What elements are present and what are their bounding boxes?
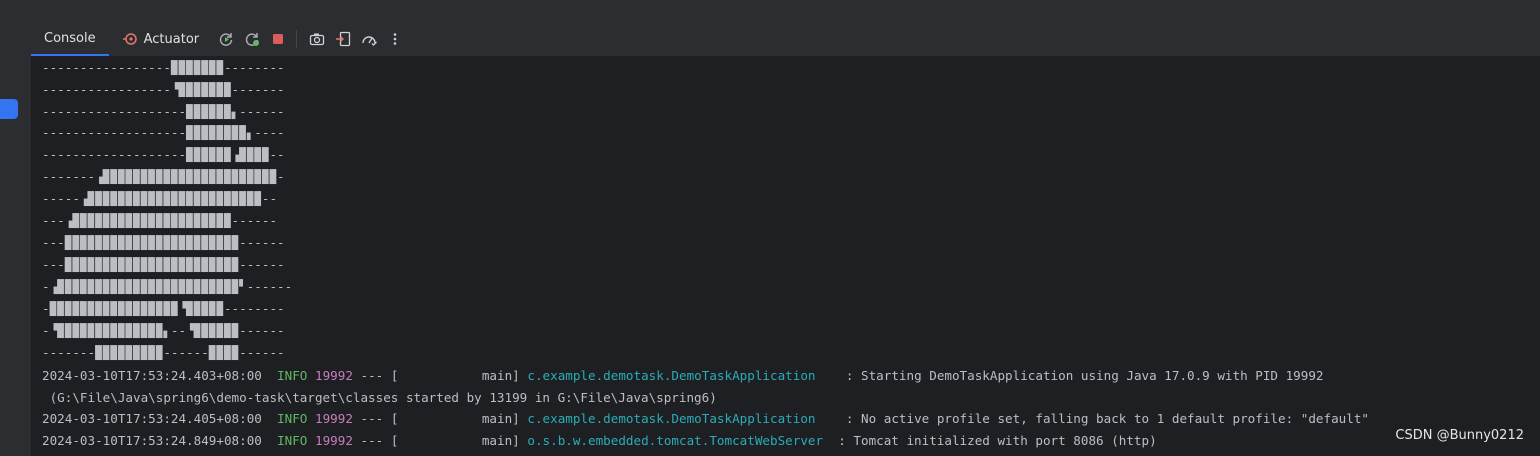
log-logger-link[interactable]: c.example.demotask.DemoTaskApplication [527, 368, 815, 383]
banner-line: -▉▉▉▉▉▉▉▉▉▉▉▉▉▉▉▉▉▝▉▉▉▉▉-------- [42, 301, 285, 316]
banner-line: ---▉▉▉▉▉▉▉▉▉▉▉▉▉▉▉▉▉▉▉▉▉▉▉------ [42, 235, 285, 250]
log-pid: 19992 [315, 368, 353, 383]
profiler-icon[interactable] [357, 27, 381, 51]
log-message: : Starting DemoTaskApplication using Jav… [845, 368, 1324, 383]
rerun-failed-icon[interactable] [240, 27, 264, 51]
banner-line: ---▗▉▉▉▉▉▉▉▉▉▉▉▉▉▉▉▉▉▉▉▉▉------ [42, 213, 278, 228]
banner-line: -------▗▉▉▉▉▉▉▉▉▉▉▉▉▉▉▉▉▉▉▉▉▉▉▉- [42, 169, 285, 184]
banner-line: -▝▉▉▉▉▉▉▉▉▉▉▉▉▉▉▖--▝▉▉▉▉▉▉------ [42, 323, 285, 338]
banner-line: -----▗▉▉▉▉▉▉▉▉▉▉▉▉▉▉▉▉▉▉▉▉▉▉▉-- [42, 191, 278, 206]
log-pid: 19992 [315, 433, 353, 448]
toolbar-separator [296, 30, 298, 48]
log-message: : No active profile set, falling back to… [845, 411, 1369, 426]
banner-line: ---▉▉▉▉▉▉▉▉▉▉▉▉▉▉▉▉▉▉▉▉▉▉▉------ [42, 257, 285, 272]
log-thread: main] [481, 433, 520, 448]
console-output[interactable]: -----------------▉▉▉▉▉▉▉-------- -------… [31, 57, 1540, 456]
log-message: : Tomcat initialized with port 8086 (htt… [838, 433, 1157, 448]
watermark: CSDN @Bunny0212 [1395, 428, 1524, 443]
log-timestamp: 2024-03-10T17:53:24.405+08:00 [42, 411, 262, 426]
banner-line: -------▉▉▉▉▉▉▉▉▉------▉▉▉▉------ [42, 345, 285, 360]
rerun-icon[interactable] [214, 27, 238, 51]
log-level: INFO [277, 411, 308, 426]
active-tool-window-indicator[interactable] [0, 99, 18, 119]
stop-icon[interactable] [266, 27, 290, 51]
banner-line: -----------------▝▉▉▉▉▉▉▉------- [42, 82, 285, 97]
log-separator: --- [ [360, 368, 399, 383]
banner-line: -----------------▉▉▉▉▉▉▉-------- [42, 60, 285, 75]
banner-line: -------------------▉▉▉▉▉▉▗▉▉▉▉-- [42, 147, 285, 162]
log-line: 2024-03-10T17:53:24.403+08:00 INFO 19992… [42, 366, 1324, 386]
log-level: INFO [277, 368, 308, 383]
log-separator: --- [ [360, 433, 399, 448]
tool-window-strip [0, 22, 32, 456]
screenshot-icon[interactable] [305, 27, 329, 51]
exit-icon[interactable] [331, 27, 355, 51]
log-timestamp: 2024-03-10T17:53:24.403+08:00 [42, 368, 262, 383]
log-logger-link[interactable]: c.example.demotask.DemoTaskApplication [527, 411, 815, 426]
log-timestamp: 2024-03-10T17:53:24.849+08:00 [42, 433, 262, 448]
log-thread: main] [481, 411, 520, 426]
tab-console[interactable]: Console [31, 22, 109, 56]
banner-line: -▗▉▉▉▉▉▉▉▉▉▉▉▉▉▉▉▉▉▉▉▉▉▉▉▉▘------ [42, 279, 293, 294]
log-line: 2024-03-10T17:53:24.405+08:00 INFO 19992… [42, 409, 1369, 429]
tab-actuator-label: Actuator [143, 31, 200, 47]
tab-actuator[interactable]: Actuator [109, 22, 213, 56]
log-logger-link[interactable]: o.s.b.w.embedded.tomcat.TomcatWebServer [527, 433, 823, 448]
log-line: 2024-03-10T17:53:24.849+08:00 INFO 19992… [42, 431, 1157, 451]
actuator-icon [122, 31, 138, 47]
run-toolbar: Console Actuator [31, 22, 1540, 57]
banner-line: -------------------▉▉▉▉▉▉▖------ [42, 104, 285, 119]
more-options-icon[interactable] [383, 27, 407, 51]
log-level: INFO [277, 433, 308, 448]
banner-line: -------------------▉▉▉▉▉▉▉▉▖---- [42, 125, 285, 140]
log-separator: --- [ [360, 411, 399, 426]
log-continuation-line: (G:\File\Java\spring6\demo-task\target\c… [42, 390, 717, 405]
tab-console-label: Console [44, 30, 96, 46]
log-pid: 19992 [315, 411, 353, 426]
title-bar [0, 0, 1540, 22]
log-thread: main] [481, 368, 520, 383]
